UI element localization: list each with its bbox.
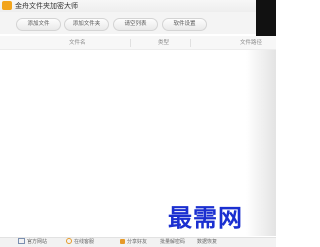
window-shadow [246, 50, 276, 236]
add-folder-button[interactable]: 添加文件夹 [64, 18, 109, 31]
share-friends-link[interactable]: 分享好友 [120, 238, 147, 247]
column-header-path[interactable]: 文件路径 [240, 36, 262, 50]
clear-list-button[interactable]: 请空列表 [113, 18, 158, 31]
column-divider [130, 39, 131, 47]
online-support-label: 在线客服 [74, 239, 95, 245]
toolbar: 添加文件 添加文件夹 请空列表 软件设置 [0, 12, 256, 34]
title-bar: 金舟文件夹加密大师 [0, 0, 276, 12]
settings-button[interactable]: 软件设置 [162, 18, 207, 31]
online-support-link[interactable]: 在线客服 [66, 238, 94, 247]
data-recovery-link[interactable]: 数据恢复 [197, 238, 217, 247]
column-divider [190, 39, 191, 47]
help-icon [66, 238, 72, 244]
column-header-type[interactable]: 类型 [158, 36, 169, 50]
home-icon [18, 238, 25, 244]
column-header-filename[interactable]: 文件名 [69, 36, 86, 50]
app-logo-icon [2, 1, 12, 10]
share-friends-label: 分享好友 [127, 239, 148, 245]
official-site-label: 官方网站 [27, 239, 48, 245]
add-file-button[interactable]: 添加文件 [16, 18, 61, 31]
window-edge [256, 0, 276, 40]
file-table-header: 文件名 类型 文件路径 [0, 36, 276, 50]
app-title: 金舟文件夹加密大师 [15, 2, 78, 10]
status-bar: 官方网站 在线客服 分享好友 批量解密码 数据恢复 [0, 237, 276, 247]
watermark: 最需网 [168, 203, 243, 232]
batch-decrypt-link[interactable]: 批量解密码 [160, 238, 185, 247]
official-site-link[interactable]: 官方网站 [18, 238, 47, 247]
share-icon [120, 239, 125, 244]
